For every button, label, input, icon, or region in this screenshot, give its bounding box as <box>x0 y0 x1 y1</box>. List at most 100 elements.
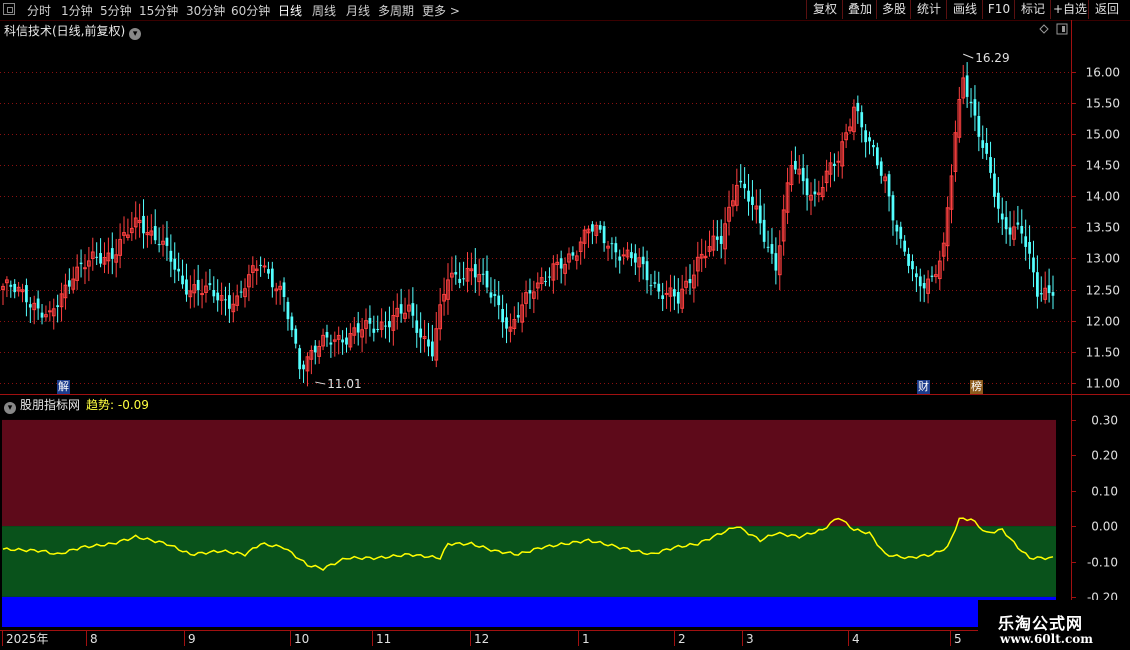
candle-body <box>481 273 485 275</box>
candle-body <box>47 310 52 313</box>
candle-body <box>633 253 637 263</box>
watermark-url: www.60lt.com <box>1000 632 1093 646</box>
candle-body <box>1016 222 1020 225</box>
candle-body <box>376 328 380 330</box>
candle-body <box>743 183 747 189</box>
candle-body <box>996 192 1000 209</box>
candle-body <box>664 292 669 295</box>
candle-body <box>228 295 231 309</box>
candle-body <box>28 304 32 308</box>
candle-body <box>559 258 563 269</box>
candle-body <box>325 332 329 338</box>
candle-body <box>1039 293 1043 295</box>
indicator-band <box>2 419 1056 527</box>
candle-body <box>602 226 606 244</box>
candle-body <box>969 101 973 104</box>
indicator-band <box>2 596 1056 627</box>
x-tick-label: 11 <box>376 632 391 646</box>
candle-body <box>965 75 969 97</box>
candle-body <box>56 305 60 307</box>
candle-body <box>528 290 532 294</box>
y-tick-label: 13.50 <box>1086 221 1120 235</box>
candle-body <box>415 320 419 333</box>
candle-body <box>345 337 348 345</box>
candle-body <box>110 248 114 259</box>
candle-body <box>739 180 743 183</box>
y-tick-label: 0.10 <box>1091 485 1118 499</box>
candle-body <box>216 292 220 301</box>
candle-body <box>899 226 903 239</box>
watermark-logo: 乐淘公式网 www.60lt.com <box>978 600 1130 650</box>
candle-body <box>645 261 649 281</box>
candle-body <box>903 240 907 252</box>
candle-body <box>239 291 243 293</box>
candle-body <box>13 283 17 293</box>
y-tick-label: 11.50 <box>1086 346 1120 360</box>
candle-body <box>618 256 622 261</box>
candle-body <box>99 253 102 264</box>
candle-body <box>621 254 626 257</box>
candle-body <box>657 283 661 292</box>
candle-body <box>298 348 302 370</box>
x-tick-label: 2 <box>678 632 686 646</box>
y-tick-label: 0.20 <box>1091 449 1118 463</box>
y-tick-label: -0.10 <box>1087 556 1118 570</box>
candle-body <box>302 364 305 370</box>
candle-body <box>181 275 184 285</box>
candle-body <box>473 264 477 278</box>
candle-body <box>1008 227 1012 235</box>
candle-body <box>794 160 797 170</box>
candle-body <box>571 252 575 256</box>
candle-body <box>79 262 83 265</box>
candle-body <box>591 224 594 232</box>
candle-body <box>833 163 836 166</box>
candle-body <box>1051 292 1055 296</box>
candle-body <box>801 167 805 182</box>
candle-body <box>341 339 344 343</box>
candle-body <box>262 265 267 268</box>
candle-body <box>762 219 766 242</box>
candle-body <box>368 317 372 324</box>
candle-body <box>1004 217 1008 230</box>
candle-body <box>614 243 618 253</box>
candle-body <box>993 173 996 197</box>
candle-body <box>9 284 13 287</box>
candle-body <box>868 137 871 142</box>
candle-body <box>142 215 145 234</box>
candle-body <box>196 279 200 291</box>
candle-body <box>813 191 817 195</box>
y-tick-label: 14.00 <box>1086 190 1120 204</box>
candle-body <box>860 112 864 128</box>
candle-body <box>384 325 387 327</box>
candle-body <box>548 276 551 278</box>
candle-body <box>751 196 754 205</box>
candle-body <box>462 278 465 280</box>
candle-body <box>715 236 719 240</box>
candle-body <box>973 99 977 116</box>
candle-body <box>40 312 44 318</box>
candle-body <box>907 253 910 266</box>
candle-body <box>649 285 653 287</box>
candle-body <box>286 301 290 320</box>
unlock-badge[interactable]: 解 <box>57 380 70 394</box>
candle-body <box>36 298 40 309</box>
candle-body <box>864 130 868 143</box>
rank-badge[interactable]: 榜 <box>970 380 983 394</box>
candle-body <box>458 278 462 283</box>
candle-body <box>1028 242 1031 254</box>
low-label: 11.01 <box>327 377 361 391</box>
diamond-icon[interactable] <box>1039 24 1049 34</box>
candle-body <box>185 279 188 295</box>
candle-body <box>661 295 665 299</box>
candle-body <box>430 341 434 357</box>
y-tick-label: 12.50 <box>1086 284 1120 298</box>
candle-body <box>911 261 914 270</box>
candle-body <box>329 342 333 345</box>
candle-body <box>259 264 262 266</box>
candle-body <box>270 268 274 288</box>
candle-body <box>419 328 423 338</box>
candle-body <box>985 142 989 154</box>
x-tick-label: 10 <box>294 632 309 646</box>
finance-badge[interactable]: 财 <box>917 380 930 394</box>
candle-body <box>770 244 774 254</box>
